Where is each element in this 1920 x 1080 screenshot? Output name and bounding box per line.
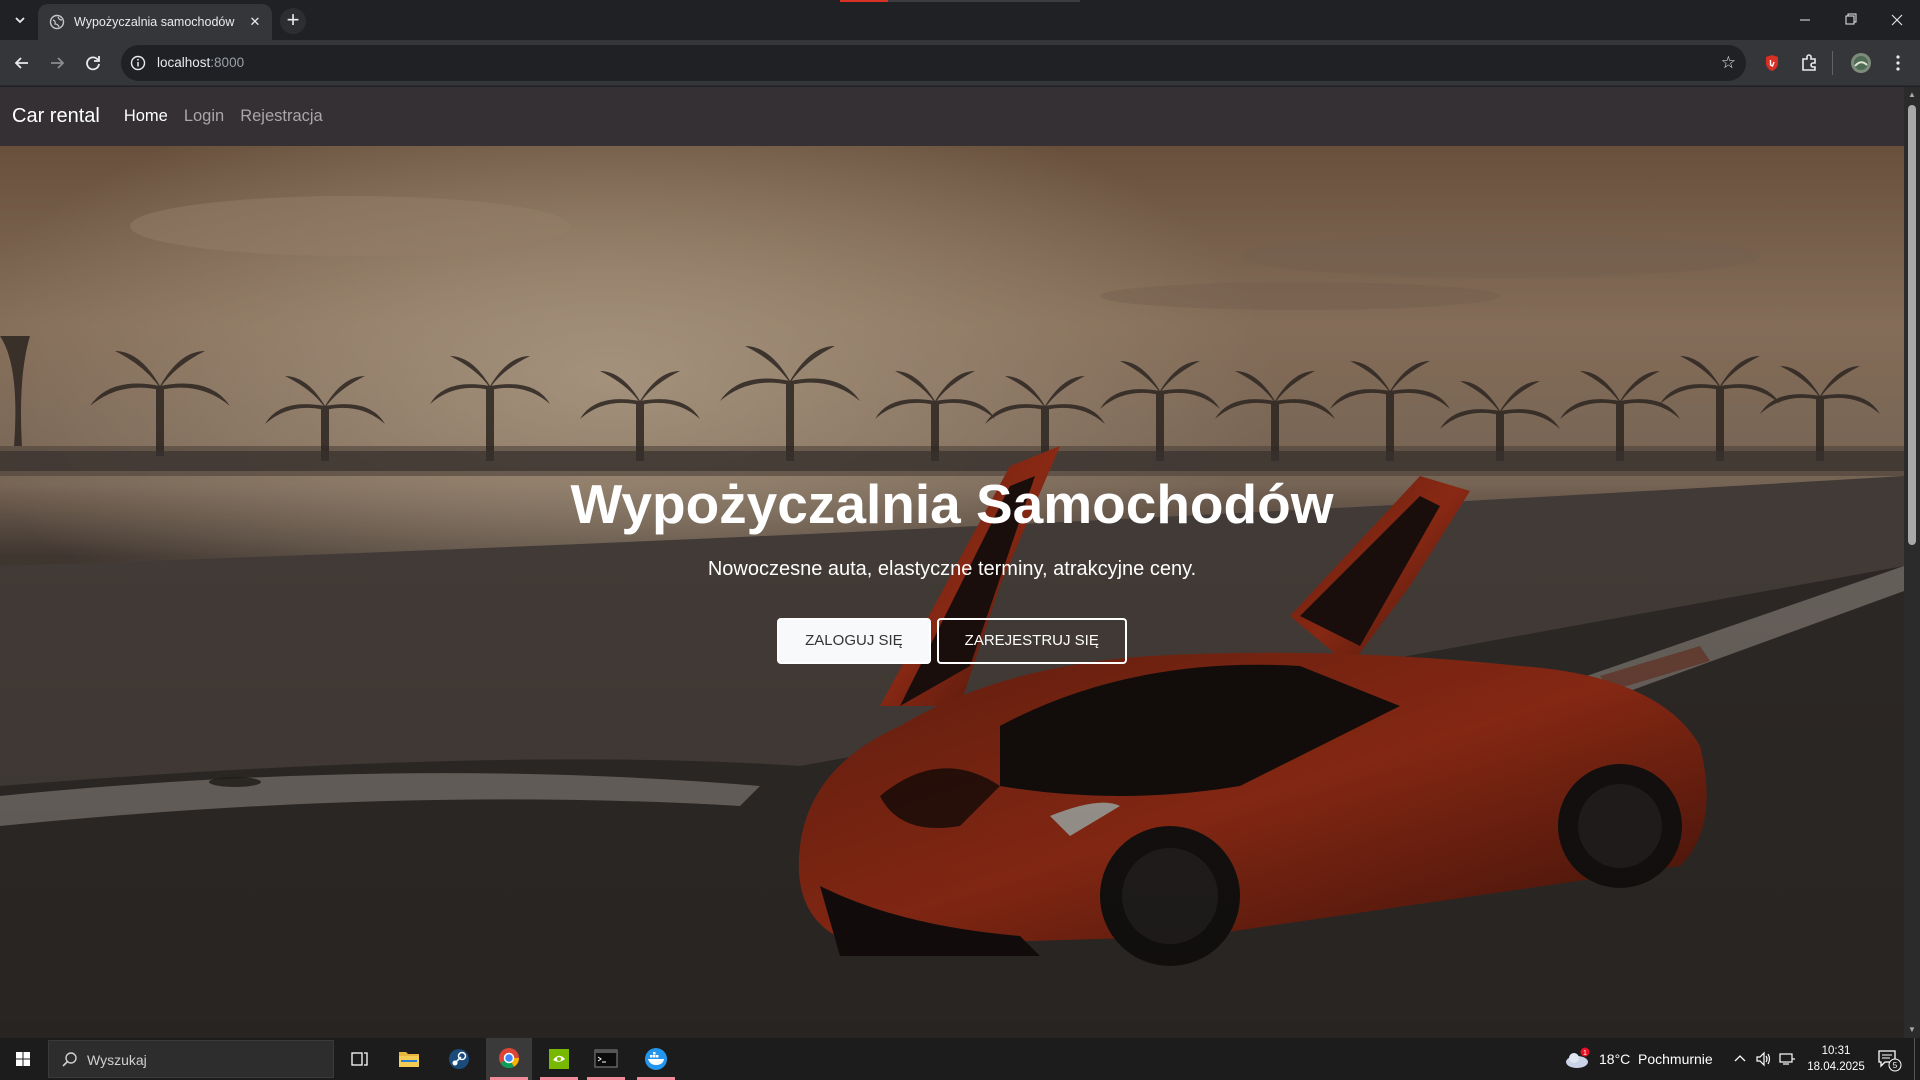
clock-date: 18.04.2025 xyxy=(1807,1061,1865,1073)
taskbar-clock[interactable]: 10:31 18.04.2025 xyxy=(1800,1043,1872,1075)
back-icon[interactable] xyxy=(9,50,35,76)
volume-icon[interactable] xyxy=(1755,1050,1773,1068)
address-bar[interactable]: localhost:8000 ☆ xyxy=(121,45,1746,81)
weather-temp[interactable]: 18°C xyxy=(1599,1051,1630,1067)
file-explorer-icon[interactable] xyxy=(386,1038,432,1080)
steam-icon[interactable] xyxy=(436,1038,482,1080)
forward-icon[interactable] xyxy=(44,50,70,76)
globe-icon xyxy=(49,14,65,30)
search-icon xyxy=(61,1051,79,1069)
site-navbar: Car rental Home Login Rejestracja xyxy=(0,87,1904,146)
chevron-up-icon[interactable] xyxy=(1733,1051,1747,1067)
search-placeholder: Wyszukaj xyxy=(87,1052,147,1068)
web-page: Car rental Home Login Rejestracja Wypoży… xyxy=(0,87,1904,1038)
hero-title: Wypożyczalnia Samochodów xyxy=(570,473,1334,535)
nav-link-home[interactable]: Home xyxy=(124,107,168,126)
star-icon[interactable]: ☆ xyxy=(1721,53,1736,73)
tab-strip-accent xyxy=(840,0,1080,2)
svg-text:5: 5 xyxy=(1893,1061,1898,1070)
toolbar-divider xyxy=(1832,51,1833,75)
windows-taskbar: Wyszukaj 1 18°C Pochmurnie 10:31 18.04.2… xyxy=(0,1038,1920,1080)
profile-avatar-icon[interactable] xyxy=(1849,51,1873,75)
nav-link-register[interactable]: Rejestracja xyxy=(240,107,323,126)
docker-icon[interactable] xyxy=(633,1038,679,1080)
url-text: localhost:8000 xyxy=(157,55,245,70)
site-info-icon[interactable] xyxy=(129,54,147,72)
tab-search-icon[interactable] xyxy=(6,10,34,32)
window-close-icon[interactable] xyxy=(1874,0,1920,40)
extension-shield-icon[interactable] xyxy=(1760,51,1784,75)
taskbar-search[interactable]: Wyszukaj xyxy=(48,1040,334,1078)
hero-content: Wypożyczalnia Samochodów Nowoczesne auta… xyxy=(0,472,1904,664)
weather-condition[interactable]: Pochmurnie xyxy=(1638,1051,1713,1067)
register-button[interactable]: ZAREJESTRUJ SIĘ xyxy=(936,618,1127,664)
extensions-icon[interactable] xyxy=(1797,51,1821,75)
notifications-icon[interactable]: 5 xyxy=(1876,1046,1902,1072)
menu-dots-icon[interactable] xyxy=(1886,51,1910,75)
page-scrollbar[interactable]: ▲ ▼ xyxy=(1904,87,1920,1038)
browser-toolbar: localhost:8000 ☆ xyxy=(0,40,1920,86)
minimize-icon[interactable] xyxy=(1782,0,1828,40)
nav-link-login[interactable]: Login xyxy=(184,107,224,126)
close-icon[interactable]: ✕ xyxy=(246,13,264,31)
hero-subtitle: Nowoczesne auta, elastyczne terminy, atr… xyxy=(707,558,1197,580)
nvidia-icon[interactable] xyxy=(536,1038,582,1080)
login-button[interactable]: ZALOGUJ SIĘ xyxy=(777,618,931,664)
reload-icon[interactable] xyxy=(80,50,106,76)
restore-icon[interactable] xyxy=(1828,0,1874,40)
browser-tab-strip: Wypożyczalnia samochodów ✕ + xyxy=(0,0,1920,40)
windows-start-icon[interactable] xyxy=(0,1038,46,1080)
scroll-down-icon[interactable]: ▼ xyxy=(1907,1025,1917,1035)
task-view-icon[interactable] xyxy=(336,1038,382,1080)
chrome-icon[interactable] xyxy=(486,1038,532,1080)
browser-tab-active[interactable]: Wypożyczalnia samochodów ✕ xyxy=(38,4,272,40)
clock-time: 10:31 xyxy=(1821,1045,1851,1057)
tab-title: Wypożyczalnia samochodów xyxy=(74,15,235,29)
scroll-thumb[interactable] xyxy=(1908,105,1916,545)
scroll-up-icon[interactable]: ▲ xyxy=(1907,90,1917,100)
svg-text:1: 1 xyxy=(1583,1050,1587,1057)
navbar-brand[interactable]: Car rental xyxy=(12,105,100,128)
show-desktop-strip[interactable] xyxy=(1914,1038,1915,1080)
plus-icon[interactable]: + xyxy=(280,8,306,34)
hero-buttons: ZALOGUJ SIĘ ZAREJESTRUJ SIĘ xyxy=(0,618,1904,664)
network-icon[interactable] xyxy=(1778,1050,1796,1068)
weather-cloud-icon[interactable]: 1 xyxy=(1564,1047,1590,1071)
hero-section: Wypożyczalnia Samochodów Nowoczesne auta… xyxy=(0,146,1904,1038)
terminal-icon[interactable] xyxy=(583,1038,629,1080)
